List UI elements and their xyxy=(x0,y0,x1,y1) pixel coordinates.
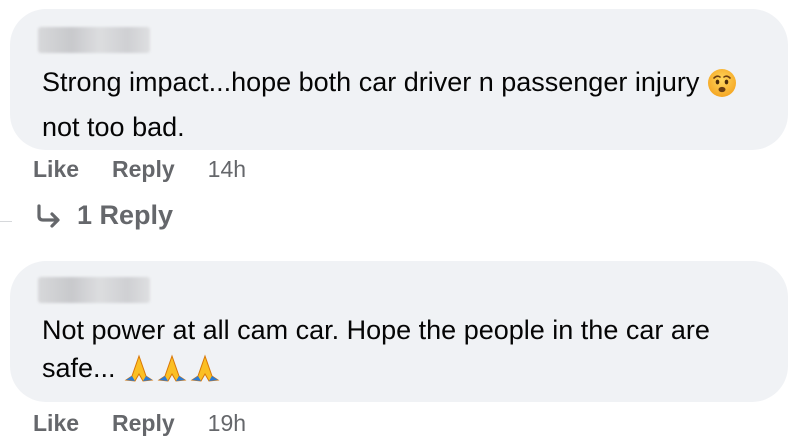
comment-bubble: Strong impact...hope both car driver n p… xyxy=(10,9,788,150)
comment-bubble: Not power at all cam car. Hope the peopl… xyxy=(10,261,788,402)
comment-actions: Like Reply 14h xyxy=(33,156,246,183)
comment-2: Not power at all cam car. Hope the peopl… xyxy=(0,258,800,443)
comment-text-part: Strong impact...hope both car driver n p… xyxy=(42,67,700,97)
folded-hands-emoji-icon xyxy=(123,354,223,394)
reply-arrow-icon xyxy=(33,202,65,230)
author-name-redacted[interactable] xyxy=(38,277,150,303)
timestamp[interactable]: 14h xyxy=(208,156,246,183)
comment-text: Strong impact...hope both car driver n p… xyxy=(42,63,762,146)
reply-button[interactable]: Reply xyxy=(112,410,175,437)
comment-1: Strong impact...hope both car driver n p… xyxy=(0,0,800,190)
view-replies-link[interactable]: 1 Reply xyxy=(33,200,173,231)
author-name-redacted[interactable] xyxy=(38,27,150,53)
thread-connector-line xyxy=(0,221,12,222)
comments-section: Strong impact...hope both car driver n p… xyxy=(0,0,800,443)
replies-count-label: 1 Reply xyxy=(77,200,174,230)
comment-text: Not power at all cam car. Hope the peopl… xyxy=(42,311,762,394)
comment-text-part: not too bad. xyxy=(42,112,185,142)
folded-hands-icon xyxy=(157,354,187,382)
folded-hands-icon xyxy=(124,354,154,382)
worried-face-emoji-icon xyxy=(707,68,737,108)
folded-hands-icon xyxy=(190,354,220,382)
comment-actions: Like Reply 19h xyxy=(33,410,246,437)
timestamp[interactable]: 19h xyxy=(208,410,246,437)
reply-button[interactable]: Reply xyxy=(112,156,175,183)
like-button[interactable]: Like xyxy=(33,410,79,437)
like-button[interactable]: Like xyxy=(33,156,79,183)
